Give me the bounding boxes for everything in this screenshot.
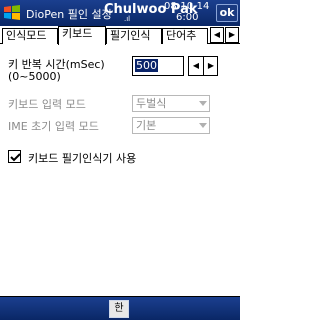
use-recognizer-label[interactable]: 키보드 필기인식기 사용 — [28, 150, 136, 166]
tab-keyboard[interactable]: 키보드 — [58, 26, 106, 45]
keyboard-mode-label: 키보드 입력 모드 — [8, 98, 86, 111]
spin-increase-button[interactable]: ▶ — [204, 57, 218, 75]
repeat-time-input[interactable]: 500 — [132, 56, 184, 76]
ime-mode-label: IME 초기 입력 모드 — [8, 120, 99, 133]
tab-word[interactable]: 단어추 — [162, 28, 208, 44]
tab-strip: 인식모드 키보드 필기인식 단어추 ◀ ▶ — [0, 26, 240, 45]
status-time: 6:00 — [176, 12, 199, 23]
checkmark-icon — [10, 153, 21, 162]
chevron-down-icon — [199, 123, 207, 128]
use-recognizer-checkbox[interactable] — [8, 150, 21, 163]
ime-mode-value: 기본 — [136, 119, 157, 132]
ime-mode-select[interactable]: 기본 — [132, 117, 210, 134]
title-bar: DioPen 필인 설정 Chulwoo Pak .ıl 08-10-14 6:… — [0, 0, 240, 26]
tab-scroll-left-button[interactable]: ◀ — [210, 27, 224, 43]
input-panel-button[interactable]: 한 — [109, 300, 129, 318]
bottom-bar: 한 — [0, 296, 240, 320]
repeat-time-value: 500 — [135, 59, 158, 72]
status-date: 08-10-14 — [164, 1, 210, 12]
repeat-time-spinner[interactable]: ◀ ▶ — [188, 56, 218, 76]
start-button[interactable] — [0, 0, 24, 26]
spin-decrease-button[interactable]: ◀ — [189, 57, 203, 75]
app-title: DioPen 필인 설정 — [26, 8, 112, 21]
tab-scroll-right-button[interactable]: ▶ — [225, 27, 239, 43]
ok-button[interactable]: ok — [216, 4, 238, 22]
repeat-range-label: (0~5000) — [8, 70, 61, 83]
signal-strength-icon: .ıl — [124, 15, 131, 23]
windows-flag-icon — [4, 5, 20, 20]
tab-recognition-mode[interactable]: 인식모드 — [2, 28, 58, 44]
chevron-down-icon — [199, 101, 207, 106]
tab-handwriting[interactable]: 필기인식 — [106, 28, 162, 44]
keyboard-mode-select[interactable]: 두벌식 — [132, 95, 210, 112]
keyboard-mode-value: 두벌식 — [136, 97, 167, 110]
screen: DioPen 필인 설정 Chulwoo Pak .ıl 08-10-14 6:… — [0, 0, 240, 320]
